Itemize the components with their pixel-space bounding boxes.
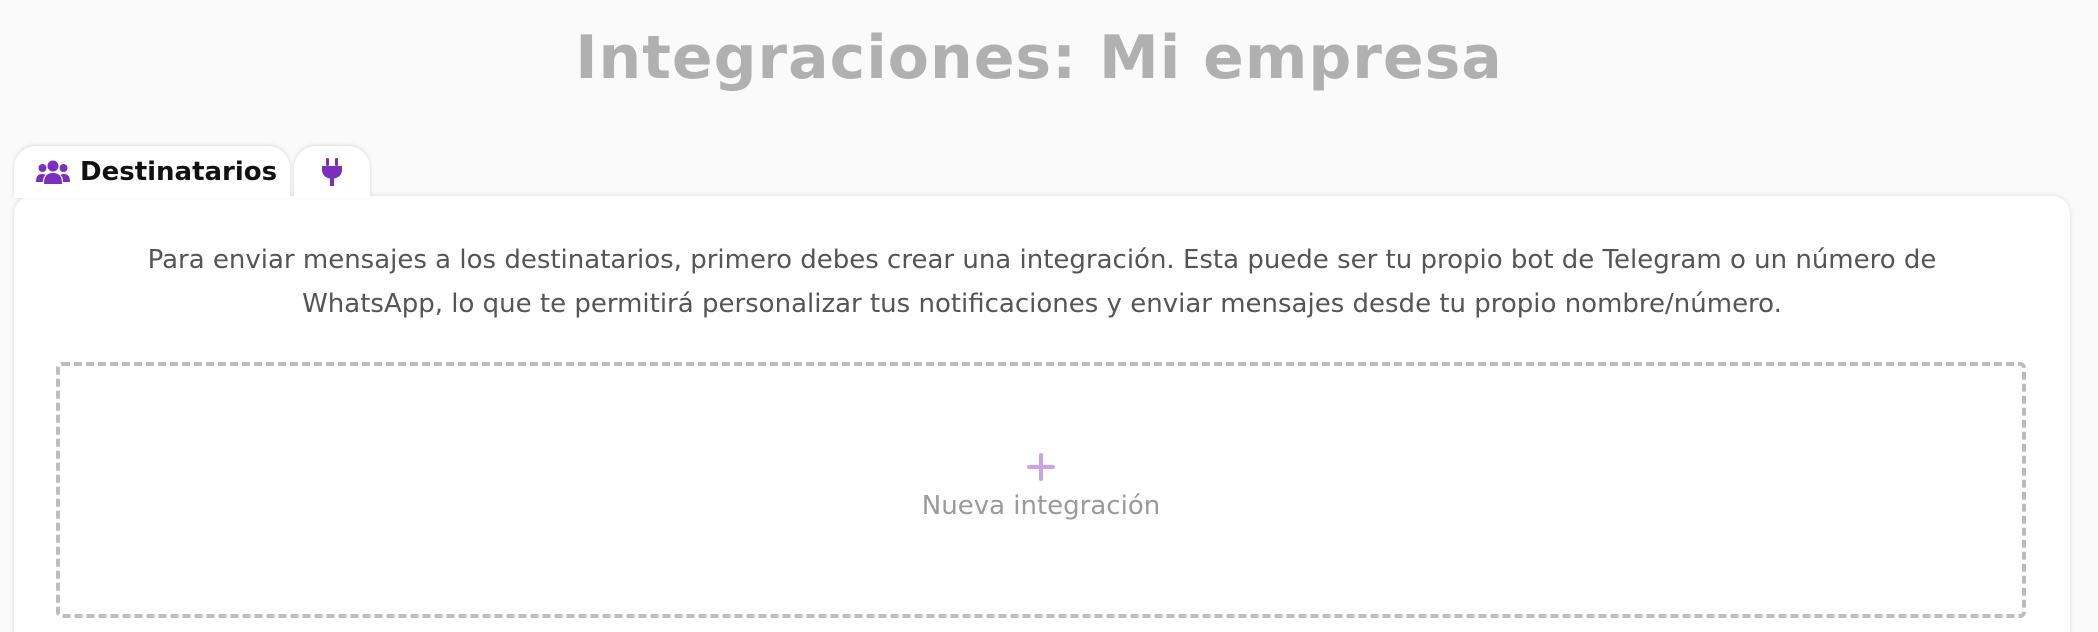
tab-integrations[interactable]: [294, 146, 370, 198]
intro-text: Para enviar mensajes a los destinatarios…: [147, 245, 1937, 319]
new-integration-label: Nueva integración: [921, 491, 1161, 521]
tab-recipients-label: Destinatarios: [80, 157, 278, 187]
page-title: Integraciones: Mi empresa: [575, 23, 1503, 93]
recipients-panel: Para enviar mensajes a los destinatarios…: [14, 196, 2070, 632]
plug-icon: [319, 157, 345, 187]
plus-icon: [1027, 453, 1055, 481]
users-icon: [36, 159, 70, 185]
new-integration-button[interactable]: Nueva integración: [56, 362, 2026, 618]
tab-recipients[interactable]: Destinatarios: [14, 146, 290, 198]
integrations-page: Integraciones: Mi empresa Destinatarios: [0, 0, 2098, 632]
tab-bar: Destinatarios: [14, 146, 370, 198]
